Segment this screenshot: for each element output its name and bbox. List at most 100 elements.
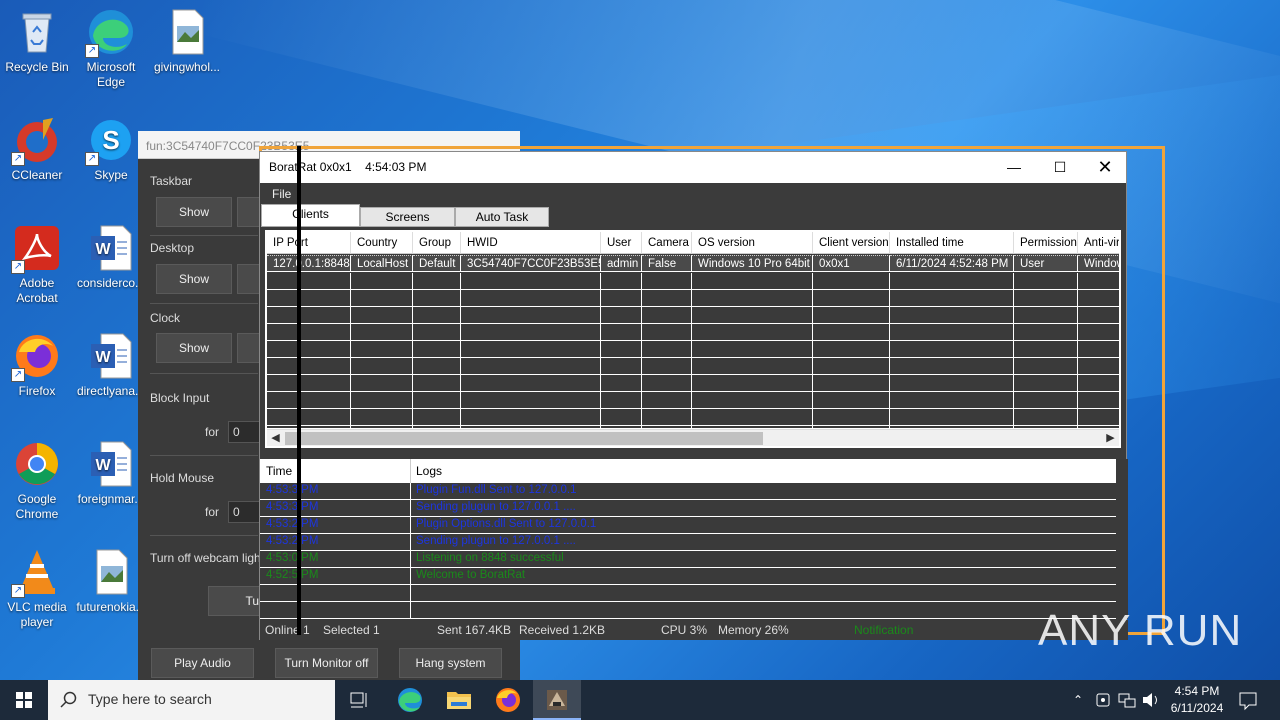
desktop-icon-label: directlyana... xyxy=(76,384,146,398)
minimize-icon[interactable]: — xyxy=(991,152,1037,183)
show-hidden-icons[interactable]: ⌃ xyxy=(1068,680,1088,720)
empty-cell xyxy=(601,375,642,392)
column-header[interactable]: Camera xyxy=(642,232,692,254)
log-time-header[interactable]: Time xyxy=(266,464,292,478)
empty-cell xyxy=(267,375,351,392)
empty-cell xyxy=(413,358,461,375)
close-icon[interactable]: ✕ xyxy=(1082,152,1128,183)
empty-cell xyxy=(267,307,351,324)
taskbar-boratrat[interactable] xyxy=(533,680,581,720)
desktop-show-button[interactable]: Show xyxy=(156,264,232,294)
column-header[interactable]: User xyxy=(601,232,642,254)
desktop-icon-word-doc[interactable]: W considerco... xyxy=(74,224,148,291)
log-message: Listening on 8848 successful xyxy=(416,552,564,564)
network-icon[interactable] xyxy=(1116,680,1138,720)
empty-cell xyxy=(601,324,642,341)
empty-cell xyxy=(813,324,890,341)
desktop-icon-file[interactable]: givingwhol... xyxy=(150,8,224,75)
status-notification[interactable]: Notification xyxy=(854,623,913,637)
clock-show-button[interactable]: Show xyxy=(156,333,232,363)
svg-text:W: W xyxy=(95,241,111,258)
log-row[interactable]: 4:52:5 PM Welcome to BoratRat xyxy=(260,568,1116,585)
empty-cell xyxy=(813,273,890,290)
column-header[interactable]: Anti-viru xyxy=(1078,232,1119,254)
scroll-right-icon[interactable]: ▶ xyxy=(1102,430,1119,447)
empty-cell xyxy=(813,290,890,307)
taskbar-show-button[interactable]: Show xyxy=(156,197,232,227)
turn-monitor-off-button[interactable]: Turn Monitor off xyxy=(275,648,378,678)
maximize-icon[interactable]: ☐ xyxy=(1037,152,1083,183)
column-header[interactable]: OS version xyxy=(692,232,813,254)
start-button[interactable] xyxy=(0,680,48,720)
tab-clients[interactable]: Clients xyxy=(261,204,360,227)
desktop-icon-file[interactable]: futurenokia... xyxy=(74,548,148,615)
status-received: Received 1.2KB xyxy=(519,623,606,637)
empty-cell xyxy=(351,409,413,426)
column-header[interactable]: Country xyxy=(351,232,413,254)
menu-file[interactable]: File xyxy=(260,183,1126,205)
desktop-icon-acrobat[interactable]: ↗ Adobe Acrobat xyxy=(0,224,74,306)
tab-auto-task[interactable]: Auto Task xyxy=(455,207,549,227)
log-row[interactable] xyxy=(260,585,1116,602)
search-box[interactable]: Type here to search xyxy=(48,680,335,720)
log-logs-header[interactable]: Logs xyxy=(416,464,442,478)
log-message: Sending plugun to 127.0.0.1 .... xyxy=(416,535,576,547)
taskbar-edge[interactable] xyxy=(386,680,434,720)
log-row[interactable]: 4:53:2 PM Plugin Options.dll Sent to 127.… xyxy=(260,517,1116,534)
scroll-left-icon[interactable]: ◀ xyxy=(267,430,284,447)
desktop-icon-word-doc[interactable]: W directlyana... xyxy=(74,332,148,399)
hang-system-button[interactable]: Hang system xyxy=(399,648,502,678)
word-document-icon: W xyxy=(87,224,135,272)
desktop-icon-label: foreignmar... xyxy=(77,492,145,506)
desktop-icon-firefox[interactable]: ↗ Firefox xyxy=(0,332,74,399)
column-header[interactable]: HWID xyxy=(461,232,601,254)
column-header[interactable]: Group xyxy=(413,232,461,254)
taskbar-firefox[interactable] xyxy=(484,680,532,720)
taskbar-file-explorer[interactable] xyxy=(435,680,483,720)
desktop-icon-skype[interactable]: S ↗ Skype xyxy=(74,116,148,183)
cell-hwid: 3C54740F7CC0F23B53E5 xyxy=(461,255,601,272)
column-header[interactable]: Installed time xyxy=(890,232,1014,254)
status-online: Online 1 xyxy=(265,623,310,637)
empty-cell xyxy=(461,273,601,290)
clock-time: 4:54 PM xyxy=(1174,684,1220,698)
column-header[interactable]: Permission xyxy=(1014,232,1078,254)
log-row[interactable]: 4:53:0 PM Listening on 8848 successful xyxy=(260,551,1116,568)
log-row[interactable] xyxy=(260,602,1116,619)
empty-cell xyxy=(1078,341,1119,358)
log-row[interactable]: 4:53:3 PM Plugin Fun.dll Sent to 127.0.0.… xyxy=(260,483,1116,500)
log-row[interactable]: 4:53:2 PM Sending plugun to 127.0.0.1 ...… xyxy=(260,534,1116,551)
log-row[interactable]: 4:53:3 PM Sending plugun to 127.0.0.1 ...… xyxy=(260,500,1116,517)
desktop-icon-recycle-bin[interactable]: Recycle Bin xyxy=(0,8,74,75)
desktop-icon-ccleaner[interactable]: ↗ CCleaner xyxy=(0,116,74,183)
desktop-icon-edge[interactable]: ↗ Microsoft Edge xyxy=(74,8,148,90)
divider xyxy=(150,455,258,456)
divider xyxy=(150,373,258,374)
desktop-icon-vlc[interactable]: ↗ VLC media player xyxy=(0,548,74,630)
status-bar: Online 1 Selected 1 Sent 167.4KB Receive… xyxy=(260,620,1128,640)
taskbar: Type here to search ⌃ 4:54 PM 6/11/2024 xyxy=(0,680,1280,720)
column-header[interactable]: IP Port xyxy=(267,232,351,254)
scrollbar-thumb[interactable] xyxy=(285,432,763,445)
empty-cell xyxy=(890,409,1014,426)
empty-cell xyxy=(642,341,692,358)
play-audio-button[interactable]: Play Audio xyxy=(151,648,254,678)
desktop-icon-chrome[interactable]: Google Chrome xyxy=(0,440,74,522)
taskbar-clock[interactable]: 4:54 PM 6/11/2024 xyxy=(1160,683,1234,717)
notification-tray-icon[interactable] xyxy=(1093,680,1113,720)
volume-icon[interactable] xyxy=(1140,680,1162,720)
column-header[interactable]: Client version xyxy=(813,232,890,254)
anyrun-watermark: ANY RUN xyxy=(1038,606,1243,655)
empty-cell xyxy=(813,375,890,392)
desktop-icon-word-doc[interactable]: W foreignmar... xyxy=(74,440,148,507)
action-center-icon[interactable] xyxy=(1236,680,1260,720)
cell-user: admin xyxy=(601,255,642,272)
tab-screens[interactable]: Screens xyxy=(360,207,455,227)
horizontal-scrollbar[interactable]: ◀ ▶ xyxy=(267,429,1119,446)
empty-cell xyxy=(267,324,351,341)
edge-icon xyxy=(398,688,422,712)
task-view-button[interactable] xyxy=(336,680,384,720)
log-message: Plugin Fun.dll Sent to 127.0.0.1 xyxy=(416,484,577,496)
cell-installed-time: 6/11/2024 4:52:48 PM xyxy=(890,255,1014,272)
divider xyxy=(150,235,258,236)
